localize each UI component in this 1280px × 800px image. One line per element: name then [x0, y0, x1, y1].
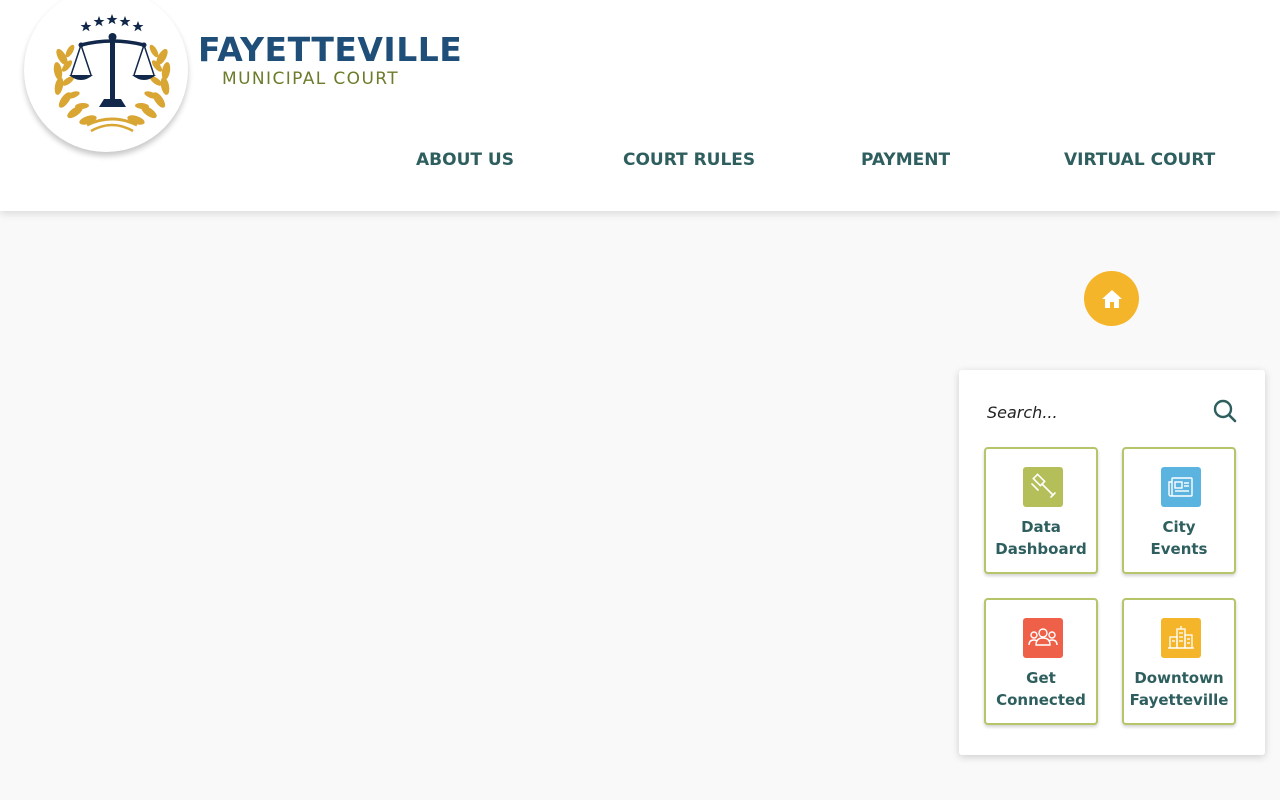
tile-label: City Events [1150, 518, 1208, 558]
court-logo[interactable] [24, 0, 188, 152]
tile-label: Downtown Fayetteville [1129, 669, 1229, 709]
nav-item-payment[interactable]: PAYMENT [861, 150, 950, 170]
quick-links-panel: DataDashboard CityEvents [959, 370, 1265, 755]
home-button[interactable] [1084, 271, 1139, 326]
nav-item-virtual-court[interactable]: VIRTUAL COURT [1064, 150, 1215, 170]
nav-item-about-us[interactable]: ABOUT US [416, 150, 514, 170]
site-title[interactable]: FAYETTEVILLE [198, 30, 462, 69]
people-icon [1023, 618, 1063, 658]
search-input[interactable] [985, 394, 1199, 430]
tile-get-connected[interactable]: Get Connected [984, 598, 1098, 725]
tile-label: Get Connected [996, 669, 1086, 709]
scales-of-justice-icon [53, 14, 171, 133]
site-subtitle[interactable]: MUNICIPAL COURT [222, 69, 399, 89]
home-icon [1101, 289, 1122, 308]
nav-item-court-rules[interactable]: COURT RULES [623, 150, 755, 170]
search-button[interactable] [1212, 398, 1238, 424]
tile-data-dashboard[interactable]: Data Dashboard [984, 447, 1098, 574]
site-header: FAYETTEVILLE MUNICIPAL COURT ABOUT US CO… [0, 0, 1280, 211]
newspaper-icon [1161, 467, 1201, 507]
search-icon [1213, 399, 1237, 423]
main-nav: ABOUT US COURT RULES PAYMENT VIRTUAL COU… [0, 150, 1280, 174]
tile-city-events[interactable]: City Events [1122, 447, 1236, 574]
gavel-icon [1023, 467, 1063, 507]
tile-downtown-fayetteville[interactable]: Downtown Fayetteville [1122, 598, 1236, 725]
city-buildings-icon [1161, 618, 1201, 658]
tile-label: Data Dashboard [995, 518, 1087, 558]
